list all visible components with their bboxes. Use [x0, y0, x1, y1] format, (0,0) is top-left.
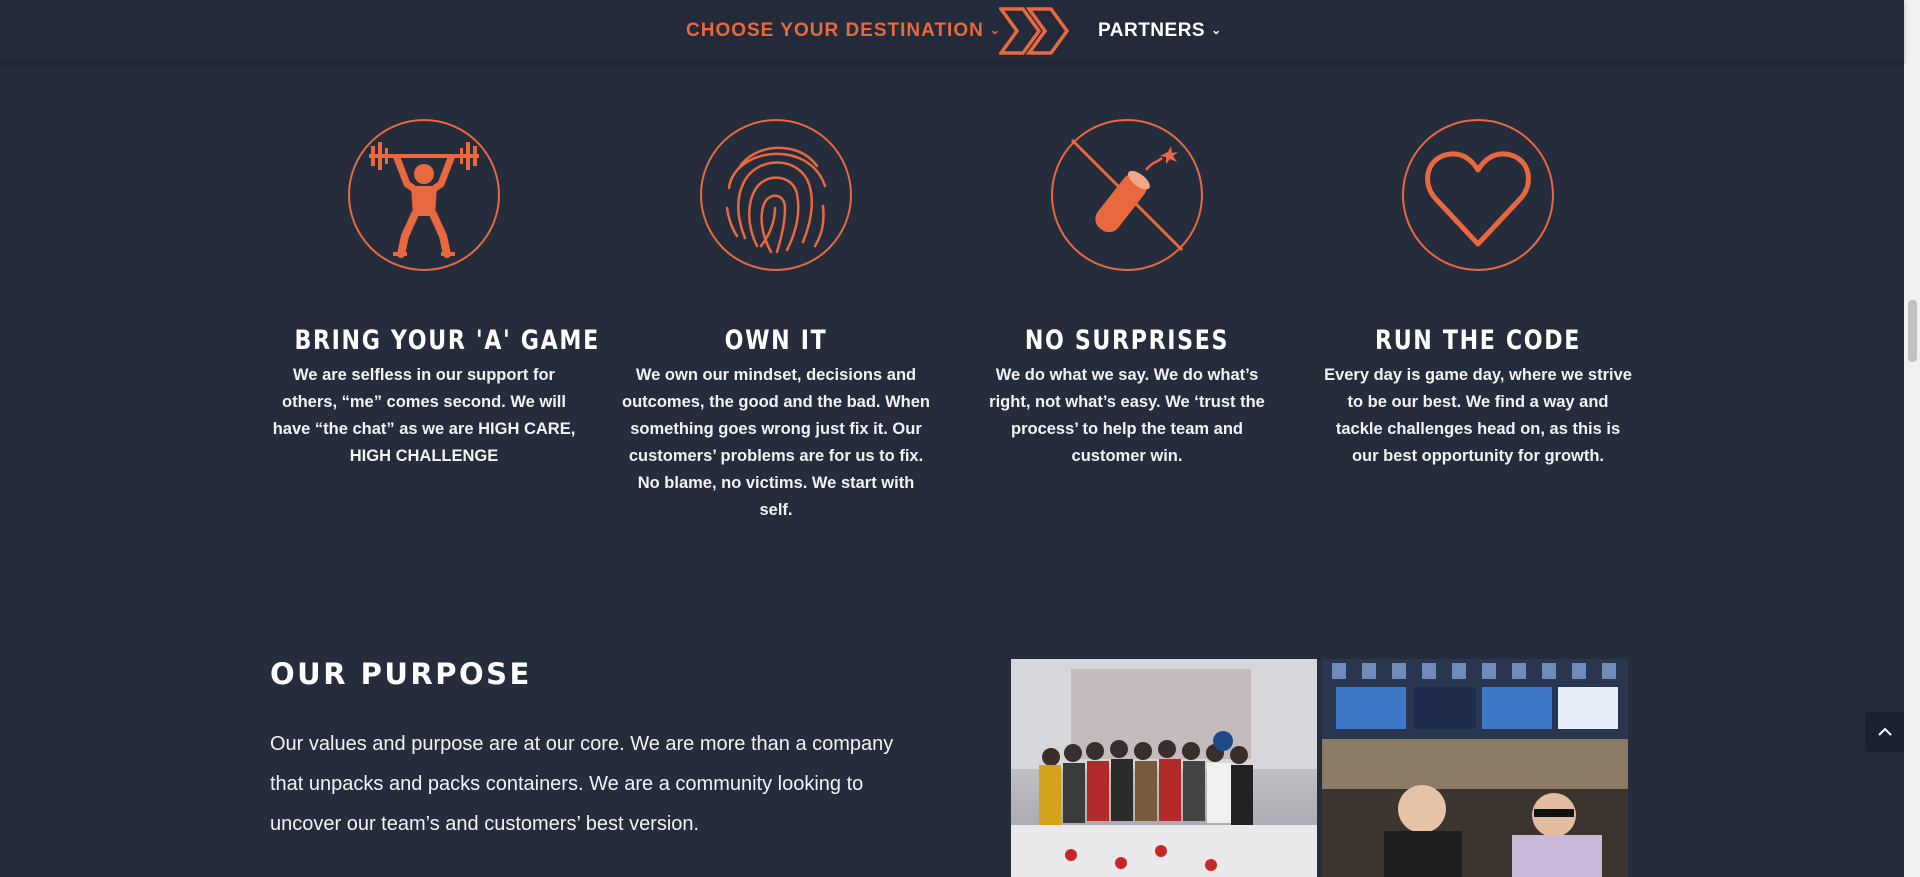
value-card: RUN THE CODE Every day is game day, wher… — [1320, 118, 1636, 470]
no-dynamite-icon — [1051, 119, 1203, 271]
purpose-title: OUR PURPOSE — [270, 657, 532, 691]
page-scrollbar[interactable] — [1904, 0, 1920, 877]
value-title: BRING YOUR 'A' GAME — [294, 325, 600, 356]
fingerprint-icon — [700, 119, 852, 271]
value-card: NO SURPRISES We do what we say. We do wh… — [969, 118, 1285, 470]
back-to-top-button[interactable] — [1865, 712, 1905, 752]
chevron-down-icon: ⌄ — [1211, 23, 1222, 37]
partners-label: PARTNERS — [1098, 20, 1206, 41]
team-photo-group — [1011, 659, 1317, 877]
value-title: NO SURPRISES — [1024, 325, 1230, 356]
value-card: BRING YOUR 'A' GAME We are selfless in o… — [266, 118, 600, 470]
choose-destination-label: CHOOSE YOUR DESTINATION — [686, 20, 984, 41]
value-title: RUN THE CODE — [1375, 325, 1581, 356]
purpose-text: Our values and purpose are at our core. … — [270, 733, 894, 835]
scrollbar-thumb[interactable] — [1908, 300, 1917, 362]
value-description: We do what we say. We do what’s right, n… — [989, 366, 1265, 465]
heart-icon — [1402, 119, 1554, 271]
value-description: We own our mindset, decisions and outcom… — [622, 366, 930, 519]
partners-menu[interactable]: PARTNERS ⌄ — [1098, 20, 1222, 42]
choose-destination-menu[interactable]: CHOOSE YOUR DESTINATION ⌄ — [686, 20, 1001, 42]
weightlifter-icon — [348, 119, 500, 271]
brand-logo[interactable] — [999, 5, 1077, 57]
value-title: OWN IT — [724, 325, 828, 356]
value-description: Every day is game day, where we strive t… — [1324, 366, 1632, 465]
team-photo-bar — [1322, 659, 1628, 877]
chevron-up-icon — [1878, 727, 1892, 736]
value-description: We are selfless in our support for other… — [272, 366, 576, 465]
value-card: OWN IT We own our mindset, decisions and… — [618, 118, 934, 524]
top-navigation: CHOOSE YOUR DESTINATION ⌄ PARTNERS ⌄ — [0, 0, 1904, 62]
